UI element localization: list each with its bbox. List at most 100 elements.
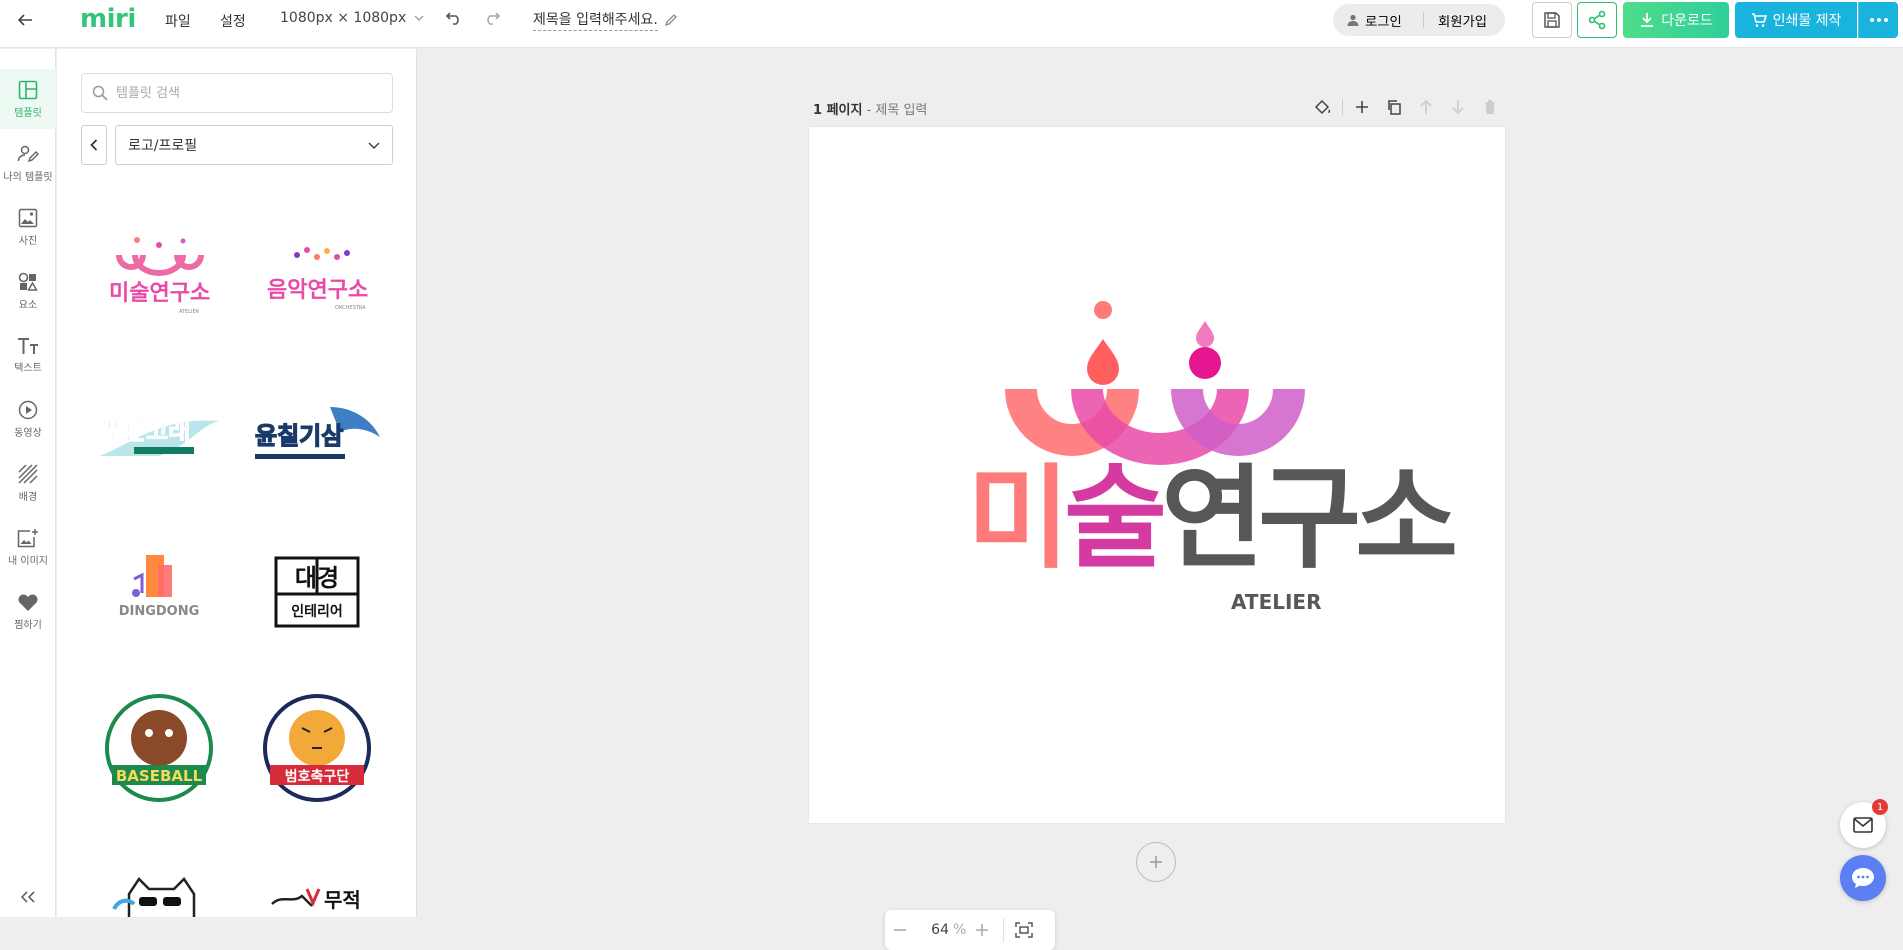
more-menu-button[interactable] — [1858, 2, 1898, 38]
page-label: 1 페이지 - 제목 입력 — [813, 99, 927, 118]
template-panel: 로고/프로필 미술연구소 ATELIER 음악연구소 ORCHESTRA 푸른고… — [57, 49, 417, 917]
print-order-label: 인쇄물 제작 — [1772, 13, 1842, 29]
download-button[interactable]: 다운로드 — [1623, 2, 1729, 38]
zoom-out-button[interactable] — [885, 915, 915, 945]
svg-text:ORCHESTRA: ORCHESTRA — [335, 305, 366, 311]
mail-badge: 1 — [1872, 799, 1888, 815]
rail-item-background[interactable]: 배경 — [0, 453, 56, 513]
svg-text:ATELIER: ATELIER — [179, 309, 200, 315]
tiger-football-thumbnail: 범호축구단 — [263, 694, 371, 802]
template-search-input[interactable] — [116, 85, 376, 101]
undo-icon — [445, 12, 459, 25]
miri-logo[interactable]: miri — [80, 4, 136, 34]
duplicate-page-button[interactable] — [1381, 95, 1407, 119]
rail-label-elements: 요소 — [18, 299, 38, 311]
minus-icon — [894, 929, 906, 931]
category-label: 로고/프로필 — [128, 138, 198, 154]
move-page-up-button[interactable] — [1413, 95, 1439, 119]
rail-item-templates[interactable]: 템플릿 — [0, 69, 56, 129]
rail-label-my-images: 내 이미지 — [8, 555, 48, 567]
art-lab-thumbnail: 미술연구소 ATELIER — [109, 237, 210, 315]
add-page-button[interactable] — [1136, 842, 1176, 882]
floppy-icon — [1544, 12, 1560, 28]
template-tile-tiger-football[interactable]: 범호축구단 — [242, 673, 392, 823]
top-bar: miri 파일 설정 1080px × 1080px 제목을 입력해주세요. 로… — [0, 0, 1903, 48]
add-page-toolbar-button[interactable] — [1349, 95, 1375, 119]
zoom-in-button[interactable] — [967, 915, 997, 945]
arrow-up-icon — [1420, 99, 1432, 114]
signup-button[interactable]: 회원가입 — [1424, 11, 1487, 30]
rail-item-my-templates[interactable]: 나의 템플릿 — [0, 133, 56, 193]
svg-text:범호축구단: 범호축구단 — [285, 768, 350, 785]
plus-icon — [976, 924, 988, 936]
fit-screen-icon — [1015, 922, 1033, 938]
envelope-icon — [1853, 817, 1873, 833]
rail-item-text[interactable]: 텍스트 — [0, 325, 56, 385]
baseball-thumbnail: BASEBALL — [105, 694, 213, 802]
template-tile-music-lab[interactable]: 음악연구소 ORCHESTRA — [242, 205, 392, 355]
rail-item-elements[interactable]: 요소 — [0, 261, 56, 321]
fit-to-screen-button[interactable] — [1004, 915, 1044, 945]
chevron-down-icon — [368, 141, 380, 149]
template-tile-dingdong[interactable]: DINGDONG — [84, 517, 234, 667]
fishing-club-thumbnail: 윤칠기삼 — [254, 406, 380, 459]
svg-text:음악연구소: 음악연구소 — [267, 278, 368, 303]
rail-label-photos: 사진 — [18, 235, 38, 247]
dingdong-thumbnail: DINGDONG — [119, 555, 199, 619]
share-button[interactable] — [1577, 2, 1617, 38]
login-button[interactable]: 로그인 — [1333, 11, 1423, 30]
download-icon — [1641, 13, 1654, 27]
page-number: 1 페이지 — [813, 103, 863, 118]
logo-main-text: 미술연구소 — [967, 454, 1455, 584]
document-title: 제목을 입력해주세요. — [533, 9, 658, 31]
page-title-field[interactable]: - 제목 입력 — [867, 103, 928, 118]
template-tile-art-lab[interactable]: 미술연구소 ATELIER — [84, 205, 234, 355]
menu-settings[interactable]: 설정 — [220, 11, 246, 31]
rail-item-favorites[interactable]: 찜하기 — [0, 581, 56, 641]
template-tile-blue-whale[interactable]: 푸른고래 — [84, 361, 234, 511]
page-toolbar — [1310, 95, 1503, 119]
redo-button[interactable] — [478, 8, 506, 32]
user-icon — [1347, 14, 1359, 26]
copy-icon — [1388, 100, 1401, 115]
template-tile-interior[interactable]: 대경 인테리어 — [242, 517, 392, 667]
add-image-icon — [17, 528, 38, 547]
pencil-icon — [664, 14, 677, 27]
print-order-button[interactable]: 인쇄물 제작 — [1735, 2, 1857, 38]
arrow-down-icon — [1452, 100, 1464, 115]
workspace: 1 페이지 - 제목 입력 미술연구소 ATELIER 64 % — [417, 49, 1903, 950]
canvas-logo[interactable]: 미술연구소 ATELIER — [809, 127, 1505, 823]
svg-text:인테리어: 인테리어 — [291, 603, 343, 620]
logo-drop-right-small — [1196, 321, 1214, 347]
back-button[interactable] — [8, 4, 42, 36]
plus-icon — [1356, 101, 1368, 113]
chat-button[interactable] — [1840, 855, 1886, 901]
undo-button[interactable] — [440, 8, 468, 32]
template-tile-baseball[interactable]: BASEBALL — [84, 673, 234, 823]
save-button[interactable] — [1532, 2, 1572, 38]
rail-item-my-images[interactable]: 내 이미지 — [0, 517, 56, 577]
menu-file[interactable]: 파일 — [165, 11, 191, 31]
category-select[interactable]: 로고/프로필 — [115, 125, 393, 165]
zoom-bar: 64 % — [885, 910, 1055, 950]
collapse-panel-button[interactable] — [14, 885, 42, 909]
zoom-value[interactable]: 64 — [915, 922, 949, 938]
template-tile-cat[interactable] — [84, 829, 234, 917]
svg-text:무적: 무적 — [324, 888, 361, 912]
delete-page-button[interactable] — [1477, 95, 1503, 119]
category-back-button[interactable] — [81, 125, 107, 165]
zoom-unit: % — [953, 922, 967, 938]
design-canvas[interactable]: 미술연구소 ATELIER — [809, 127, 1505, 823]
template-tile-fishing-club[interactable]: 윤칠기삼 — [242, 361, 392, 511]
template-search-box — [81, 73, 393, 113]
rail-item-video[interactable]: 동영상 — [0, 389, 56, 449]
cart-icon — [1751, 13, 1767, 27]
canvas-size-select[interactable]: 1080px × 1080px — [280, 10, 424, 26]
document-title-field[interactable]: 제목을 입력해주세요. — [533, 9, 678, 31]
template-tile-invincible[interactable]: 무적 — [242, 829, 392, 917]
page-background-color-button[interactable] — [1310, 95, 1336, 119]
svg-text:푸른고래: 푸른고래 — [102, 417, 190, 445]
blue-whale-thumbnail: 푸른고래 — [99, 417, 219, 456]
rail-item-photos[interactable]: 사진 — [0, 197, 56, 257]
move-page-down-button[interactable] — [1445, 95, 1471, 119]
